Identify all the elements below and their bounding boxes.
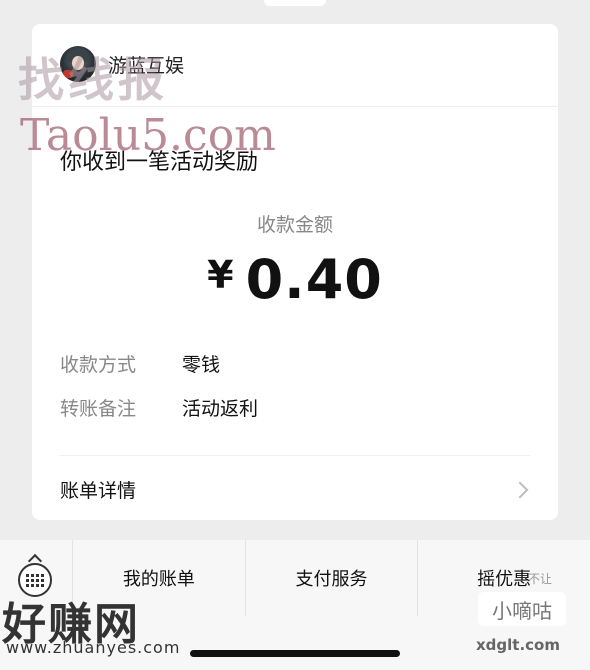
amount-display: ¥0.40 xyxy=(32,248,558,311)
home-indicator xyxy=(190,650,400,657)
menu-item-payment-services[interactable]: 支付服务 xyxy=(244,540,418,616)
notice-headline: 你收到一笔活动奖励 xyxy=(60,150,259,175)
currency-symbol: ¥ xyxy=(207,253,234,297)
merchant-name: 游蓝互娱 xyxy=(108,54,185,77)
chevron-right-icon xyxy=(511,481,529,498)
divider xyxy=(32,106,558,107)
top-handle xyxy=(264,0,326,6)
merchant-avatar[interactable] xyxy=(60,46,96,82)
payment-method-row: 收款方式 零钱 xyxy=(60,350,220,377)
divider xyxy=(60,455,530,456)
bottom-menu: 我的账单 支付服务 摇优惠 xyxy=(72,540,590,616)
row-key: 收款方式 xyxy=(60,354,137,376)
row-value: 活动返利 xyxy=(182,398,259,420)
menu-item-discounts[interactable]: 摇优惠 xyxy=(417,540,590,616)
amount-value: 0.40 xyxy=(245,248,383,311)
menu-item-my-bills[interactable]: 我的账单 xyxy=(72,540,245,616)
merchant-header[interactable]: 游蓝互娱 xyxy=(60,46,184,82)
amount-label: 收款金额 xyxy=(256,214,333,236)
bill-details-label: 账单详情 xyxy=(60,480,137,502)
bill-details-link[interactable]: 账单详情 xyxy=(60,476,530,503)
row-key: 转账备注 xyxy=(60,398,137,420)
row-value: 零钱 xyxy=(182,354,221,376)
payment-card: 游蓝互娱 你收到一笔活动奖励 收款金额 ¥0.40 收款方式 零钱 转账备注 活… xyxy=(32,24,558,520)
keyboard-icon[interactable] xyxy=(18,563,52,597)
transfer-note-row: 转账备注 活动返利 xyxy=(60,394,258,421)
